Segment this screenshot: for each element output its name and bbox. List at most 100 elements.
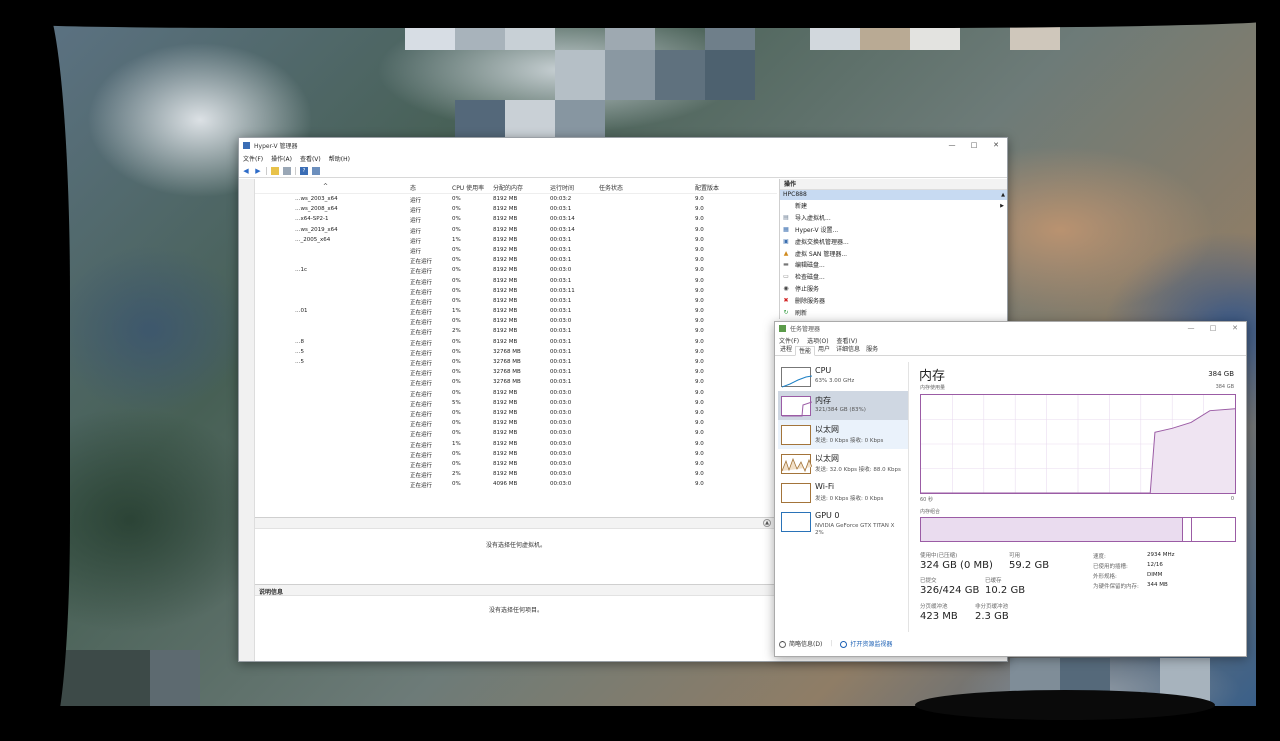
col-version[interactable]: 配置版本 bbox=[695, 183, 719, 192]
stat-value: 10.2 GB bbox=[985, 585, 1026, 596]
vm-row[interactable]: …1c 正在运行 0% 8192 MB 00:03:0 9.0 bbox=[255, 265, 777, 275]
vm-row[interactable]: …8 正在运行 0% 8192 MB 00:03:1 9.0 bbox=[255, 337, 777, 347]
vm-row[interactable]: …ws_2003_x64 运行 0% 8192 MB 00:03:2 9.0 bbox=[255, 194, 777, 204]
vm-row[interactable]: …01 正在运行 1% 8192 MB 00:03:1 9.0 bbox=[255, 306, 777, 316]
maximize-icon[interactable]: □ bbox=[963, 138, 985, 153]
photo-frame-edge bbox=[1256, 0, 1280, 741]
menu-options[interactable]: 选项(O) bbox=[807, 336, 828, 345]
vm-memory: 8192 MB bbox=[493, 246, 518, 253]
tab-details[interactable]: 详细信息 bbox=[833, 345, 863, 355]
properties-icon[interactable] bbox=[283, 166, 291, 175]
hyperv-titlebar[interactable]: Hyper-V 管理器 — □ ✕ bbox=[239, 138, 1007, 153]
vm-version: 9.0 bbox=[695, 369, 704, 376]
console-tree-icon[interactable] bbox=[312, 166, 320, 175]
vm-state: 正在运行 bbox=[410, 473, 433, 480]
action-item[interactable]: ▤ 导入虚拟机... bbox=[780, 212, 1007, 224]
maximize-icon[interactable]: □ bbox=[1202, 322, 1224, 335]
vm-row[interactable]: …5 正在运行 0% 32768 MB 00:03:1 9.0 bbox=[255, 347, 777, 357]
action-item[interactable]: ✖ 删除服务器 bbox=[780, 294, 1007, 306]
resource-gpu[interactable]: GPU 0 NVIDIA GeForce GTX TITAN X 2% bbox=[778, 507, 908, 536]
action-item[interactable]: ↻ 刷新 bbox=[780, 306, 1007, 318]
open-resource-monitor-link[interactable]: 打开资源监视器 bbox=[840, 639, 892, 648]
vm-row[interactable]: 正在运行 1% 8192 MB 00:03:0 9.0 bbox=[255, 439, 777, 449]
vm-row[interactable]: …ws_2008_x64 运行 0% 8192 MB 00:03:1 9.0 bbox=[255, 204, 777, 214]
vm-row[interactable]: …_2005_x64 运行 1% 8192 MB 00:03:1 9.0 bbox=[255, 235, 777, 245]
action-item[interactable]: ▲ 虚拟 SAN 管理器... bbox=[780, 247, 1007, 259]
vm-name: …ws_2008_x64 bbox=[295, 206, 338, 213]
menu-action[interactable]: 操作(A) bbox=[271, 154, 292, 163]
vm-row[interactable]: 正在运行 0% 32768 MB 00:03:1 9.0 bbox=[255, 367, 777, 377]
inspect-disk-icon: ▭ bbox=[783, 273, 789, 281]
vm-row[interactable]: …5 正在运行 0% 32768 MB 00:03:1 9.0 bbox=[255, 357, 777, 367]
close-icon[interactable]: ✕ bbox=[1224, 322, 1246, 335]
action-item[interactable]: ▣ 虚拟交换机管理器... bbox=[780, 235, 1007, 247]
tab-performance[interactable]: 性能 bbox=[795, 346, 816, 356]
folder-icon[interactable] bbox=[271, 166, 279, 175]
vm-row[interactable]: 正在运行 2% 8192 MB 00:03:1 9.0 bbox=[255, 326, 777, 336]
back-arrow-icon[interactable]: ◀ bbox=[242, 167, 250, 175]
vm-state: 运行 bbox=[410, 208, 422, 215]
col-memory[interactable]: 分配的内存 bbox=[493, 183, 523, 192]
taskmgr-titlebar[interactable]: 任务管理器 — □ ✕ bbox=[775, 322, 1246, 335]
vm-row[interactable]: 正在运行 0% 8192 MB 00:03:0 9.0 bbox=[255, 428, 777, 438]
resource-ethernet-1[interactable]: 以太网 发送: 0 Kbps 接收: 0 Kbps bbox=[778, 420, 908, 449]
menu-file[interactable]: 文件(F) bbox=[243, 154, 263, 163]
vm-row[interactable]: …ws_2019_x64 运行 0% 8192 MB 00:03:14 9.0 bbox=[255, 225, 777, 235]
action-item[interactable]: 新建 ▶ bbox=[780, 200, 1007, 212]
vm-cpu: 1% bbox=[452, 236, 461, 243]
actions-host-group[interactable]: HPC888 ▲ bbox=[780, 190, 1007, 200]
vm-cpu: 0% bbox=[452, 297, 461, 304]
vm-version: 9.0 bbox=[695, 359, 704, 365]
close-icon[interactable]: ✕ bbox=[985, 138, 1007, 153]
vm-row[interactable]: 正在运行 0% 8192 MB 00:03:1 9.0 bbox=[255, 255, 777, 265]
vm-row[interactable]: 正在运行 0% 32768 MB 00:03:1 9.0 bbox=[255, 377, 777, 387]
vm-row[interactable]: 正在运行 0% 8192 MB 00:03:0 9.0 bbox=[255, 449, 777, 459]
forward-arrow-icon[interactable]: ▶ bbox=[254, 167, 262, 175]
menu-view[interactable]: 查看(V) bbox=[837, 336, 858, 345]
menu-help[interactable]: 帮助(H) bbox=[329, 154, 350, 163]
vm-row[interactable]: 正在运行 0% 4096 MB 00:03:0 9.0 bbox=[255, 479, 777, 489]
resource-ethernet-2[interactable]: 以太网 发送: 32.0 Kbps 接收: 88.0 Kbps bbox=[778, 449, 908, 478]
menu-view[interactable]: 查看(V) bbox=[300, 154, 321, 163]
action-item[interactable]: ▬ 编辑磁盘... bbox=[780, 259, 1007, 271]
tab-services[interactable]: 服务 bbox=[863, 345, 881, 355]
hyperv-toolbar: ◀ ▶ ? bbox=[239, 164, 1007, 178]
vm-row[interactable]: 正在运行 0% 8192 MB 00:03:0 9.0 bbox=[255, 459, 777, 469]
vm-row[interactable]: 正在运行 0% 8192 MB 00:03:0 9.0 bbox=[255, 418, 777, 428]
resource-memory[interactable]: 内存 321/384 GB (83%) bbox=[778, 391, 908, 420]
menu-file[interactable]: 文件(F) bbox=[779, 336, 799, 345]
vm-row[interactable]: 正在运行 0% 8192 MB 00:03:0 9.0 bbox=[255, 388, 777, 398]
col-state[interactable]: 态 bbox=[410, 183, 416, 192]
taskmgr-tabs: 进程 性能 用户 详细信息 服务 bbox=[775, 345, 1246, 356]
vm-row[interactable]: 正在运行 0% 8192 MB 00:03:1 9.0 bbox=[255, 296, 777, 306]
action-item[interactable]: ▭ 检查磁盘... bbox=[780, 271, 1007, 283]
tab-processes[interactable]: 进程 bbox=[777, 345, 795, 355]
vm-cpu: 0% bbox=[452, 216, 461, 223]
minimize-icon[interactable]: — bbox=[1180, 322, 1202, 335]
vm-row[interactable]: 正在运行 0% 8192 MB 00:03:0 9.0 bbox=[255, 316, 777, 326]
collapse-icon[interactable]: ▲ bbox=[763, 519, 771, 527]
col-status[interactable]: 任务状态 bbox=[599, 183, 623, 192]
vm-row[interactable]: 正在运行 0% 8192 MB 00:03:11 9.0 bbox=[255, 286, 777, 296]
resource-cpu[interactable]: CPU 63% 3.00 GHz bbox=[778, 362, 908, 391]
action-item[interactable]: ◉ 停止服务 bbox=[780, 283, 1007, 295]
collapse-up-icon[interactable]: ▲ bbox=[1001, 190, 1005, 200]
vm-row[interactable]: …x64-SP2-1 运行 0% 8192 MB 00:03:14 9.0 bbox=[255, 214, 777, 224]
console-tree-pane[interactable] bbox=[239, 179, 255, 661]
vm-row[interactable]: 正在运行 2% 8192 MB 00:03:0 9.0 bbox=[255, 469, 777, 479]
help-icon[interactable]: ? bbox=[300, 166, 308, 175]
vm-row[interactable]: 运行 0% 8192 MB 00:03:1 9.0 bbox=[255, 245, 777, 255]
minimize-icon[interactable]: — bbox=[941, 138, 963, 153]
vm-cpu: 0% bbox=[452, 379, 461, 386]
vm-row[interactable]: 正在运行 5% 8192 MB 00:03:0 9.0 bbox=[255, 398, 777, 408]
vm-row[interactable]: 正在运行 0% 8192 MB 00:03:1 9.0 bbox=[255, 276, 777, 286]
action-item[interactable]: ▦ Hyper-V 设置... bbox=[780, 224, 1007, 236]
vm-row[interactable]: 正在运行 0% 8192 MB 00:03:0 9.0 bbox=[255, 408, 777, 418]
vm-version: 9.0 bbox=[695, 481, 704, 488]
col-uptime[interactable]: 运行时间 bbox=[550, 183, 574, 192]
vm-memory: 32768 MB bbox=[493, 379, 521, 386]
resource-wifi[interactable]: Wi-Fi 发送: 0 Kbps 接收: 0 Kbps bbox=[778, 478, 908, 507]
col-cpu[interactable]: CPU 使用率 bbox=[452, 183, 484, 192]
fewer-details-link[interactable]: ^ 简略信息(D) bbox=[779, 639, 822, 648]
tab-users[interactable]: 用户 bbox=[815, 345, 833, 355]
